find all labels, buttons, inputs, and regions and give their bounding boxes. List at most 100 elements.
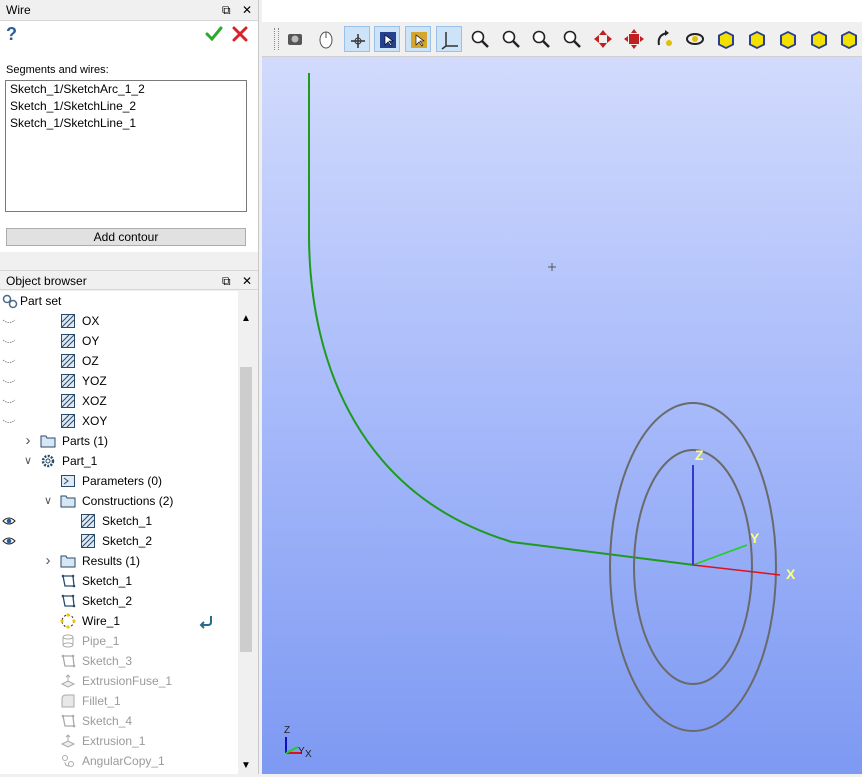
gear-icon [41,454,55,468]
global-pan-icon-glyph [623,29,644,49]
parameters-icon [61,475,75,487]
global-pan-icon[interactable] [621,26,647,52]
corner-trihedron: Z Y X [284,725,312,760]
select-shape-icon[interactable] [405,26,432,52]
tree-item-label: Sketch_1 [82,574,133,588]
tree-item[interactable]: YOZ [0,371,238,391]
mouse-icon[interactable] [313,26,339,52]
add-contour-button[interactable]: Add contour [6,228,246,246]
tree-item[interactable]: ∨ Constructions (2) [0,491,238,511]
plane-icon [61,394,75,408]
top-view-icon[interactable] [775,26,801,52]
fit-selection-icon[interactable] [528,26,554,52]
chevron-down-icon[interactable]: ∨ [22,451,34,471]
tree-item[interactable]: AngularCopy_1 [0,751,238,771]
eye-hidden-icon[interactable] [2,355,16,367]
eye-hidden-icon[interactable] [2,315,16,327]
cancel-x-icon[interactable] [230,24,250,44]
x-axis-label: X [786,566,796,582]
chevron-down-icon[interactable]: ∨ [42,491,54,511]
tree-item-label: Fillet_1 [82,694,121,708]
3d-viewport[interactable]: Z Y X Z Y X [262,57,862,774]
tree-item[interactable]: › Parts (1) [0,431,238,451]
chevron-right-icon[interactable]: › [22,431,34,451]
axes-icon-glyph [441,32,458,50]
eye-visible-icon[interactable] [2,515,16,527]
segment-item[interactable]: Sketch_1/SketchLine_2 [6,98,246,115]
plane-icon [61,334,75,348]
tree-item[interactable]: Extrusion_1 [0,731,238,751]
float-icon[interactable]: ⧉ [222,3,231,17]
scroll-thumb[interactable] [240,367,252,652]
top-view-icon-glyph [779,31,796,49]
tree-root[interactable]: Part set [0,291,238,311]
eye-hidden-icon[interactable] [2,395,16,407]
rotation-point-icon[interactable] [682,26,708,52]
tree-item-label: OX [82,314,100,328]
segment-item[interactable]: Sketch_1/SketchArc_1_2 [6,81,246,98]
plane-icon [61,314,75,328]
fit-area-icon[interactable] [498,26,524,52]
edit-return-icon[interactable] [198,613,214,629]
scroll-down-icon[interactable]: ▼ [238,758,254,774]
tree-item[interactable]: Fillet_1 [0,691,238,711]
eye-visible-icon[interactable] [2,535,16,547]
close-icon[interactable]: ✕ [242,274,252,288]
eye-hidden-icon[interactable] [2,375,16,387]
wire-curve[interactable] [308,73,695,566]
help-icon[interactable]: ? [6,24,22,44]
tree-item[interactable]: XOZ [0,391,238,411]
wire-icon [60,613,76,629]
tree-item[interactable]: Sketch_4 [0,711,238,731]
pan-icon[interactable] [590,26,616,52]
select-icon[interactable] [374,26,401,52]
dump-view-icon[interactable] [282,26,308,52]
front-view-icon[interactable] [713,26,739,52]
tree-item[interactable]: › Results (1) [0,551,238,571]
tree-item[interactable]: OX [0,311,238,331]
rotate-icon[interactable] [652,26,678,52]
toolbar-grip[interactable] [274,28,279,50]
viewer-top-strip [262,0,862,22]
axes-icon[interactable] [436,26,462,52]
dump-view-icon-glyph [288,34,302,45]
sketch-icon [61,654,76,668]
segments-list[interactable]: Sketch_1/SketchArc_1_2 Sketch_1/SketchLi… [5,80,247,212]
fit-all-icon[interactable] [467,26,493,52]
tree-item[interactable]: Sketch_1 [0,571,238,591]
eye-hidden-icon[interactable] [2,335,16,347]
tree-item[interactable]: Pipe_1 [0,631,238,651]
tree-item-label: Sketch_3 [82,654,133,668]
eye-hidden-icon[interactable] [2,415,16,427]
close-icon[interactable]: ✕ [242,3,252,17]
left-view-icon[interactable] [836,26,862,52]
tree-item[interactable]: XOY [0,411,238,431]
float-icon[interactable]: ⧉ [222,274,231,288]
trihedron-icon[interactable] [343,26,370,52]
zoom-icon[interactable] [559,26,585,52]
chevron-right-icon[interactable]: › [42,551,54,571]
tree-item-label: Pipe_1 [82,634,120,648]
apply-check-icon[interactable] [204,24,224,44]
tree-item[interactable]: Sketch_2 [0,591,238,611]
folder-icon [60,555,76,568]
tree-item[interactable]: ∨ Part_1 [0,451,238,471]
tree-item[interactable]: Sketch_3 [0,651,238,671]
tree-item[interactable]: OZ [0,351,238,371]
rotate-icon-glyph [657,30,672,46]
tree-item-label: OY [82,334,100,348]
scroll-up-icon[interactable]: ▲ [238,311,254,327]
tree-item[interactable]: ExtrusionFuse_1 [0,671,238,691]
tree-item[interactable]: Parameters (0) [0,471,238,491]
tree-item[interactable]: Sketch_2 [0,531,238,551]
tree-item-label: Parameters (0) [82,474,163,488]
tree-item[interactable]: Sketch_1 [0,511,238,531]
back-view-icon[interactable] [744,26,770,52]
plane-icon [61,414,75,428]
tree-item-label: Sketch_1 [102,514,153,528]
bottom-view-icon[interactable] [806,26,832,52]
tree-scrollbar[interactable]: ▲ ▼ [238,311,254,774]
tree-item[interactable]: Wire_1 [0,611,238,631]
tree-item[interactable]: OY [0,331,238,351]
segment-item[interactable]: Sketch_1/SketchLine_1 [6,115,246,132]
